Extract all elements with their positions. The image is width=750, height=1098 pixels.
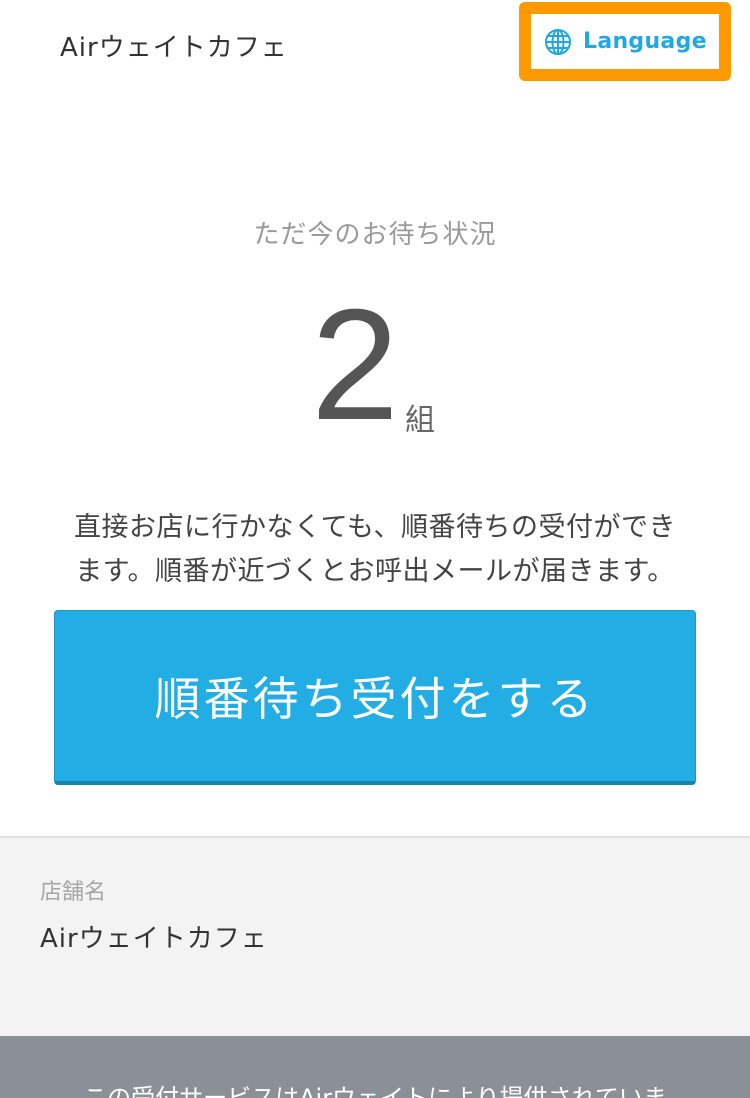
wait-count-number: 2 [311, 277, 399, 453]
store-name-value: Airウェイトカフェ [40, 924, 268, 954]
wait-count: 2 組 [0, 285, 750, 445]
brand-name: Airウェイトカフェ [60, 33, 288, 63]
footer-text: この受付サービスはAirウェイトにより提供されていま [83, 1084, 667, 1098]
language-label: Language [583, 29, 707, 54]
header: Airウェイトカフェ Language [0, 0, 750, 90]
wait-status-title: ただ今のお待ち状況 [253, 220, 497, 250]
globe-icon [543, 27, 573, 57]
description-line-1: 直接お店に行かなくても、順番待ちの受付ができ [73, 512, 677, 543]
register-queue-button[interactable]: 順番待ち受付をする [54, 610, 696, 785]
footer: この受付サービスはAirウェイトにより提供されていま [0, 1036, 750, 1098]
language-button[interactable]: Language [519, 2, 731, 81]
store-name-label: 店舗名 [40, 880, 107, 905]
description-line-2: ます。順番が近づくとお呼出メールが届きます。 [75, 556, 675, 587]
wait-count-unit: 組 [405, 403, 435, 438]
page: Airウェイトカフェ Language ただ今のお待ち状況 2 組 直接お店に行… [0, 0, 750, 1098]
description-text: 直接お店に行かなくても、順番待ちの受付ができ ます。順番が近づくとお呼出メールが… [40, 506, 710, 594]
store-info: 店舗名 Airウェイトカフェ [0, 836, 750, 1036]
